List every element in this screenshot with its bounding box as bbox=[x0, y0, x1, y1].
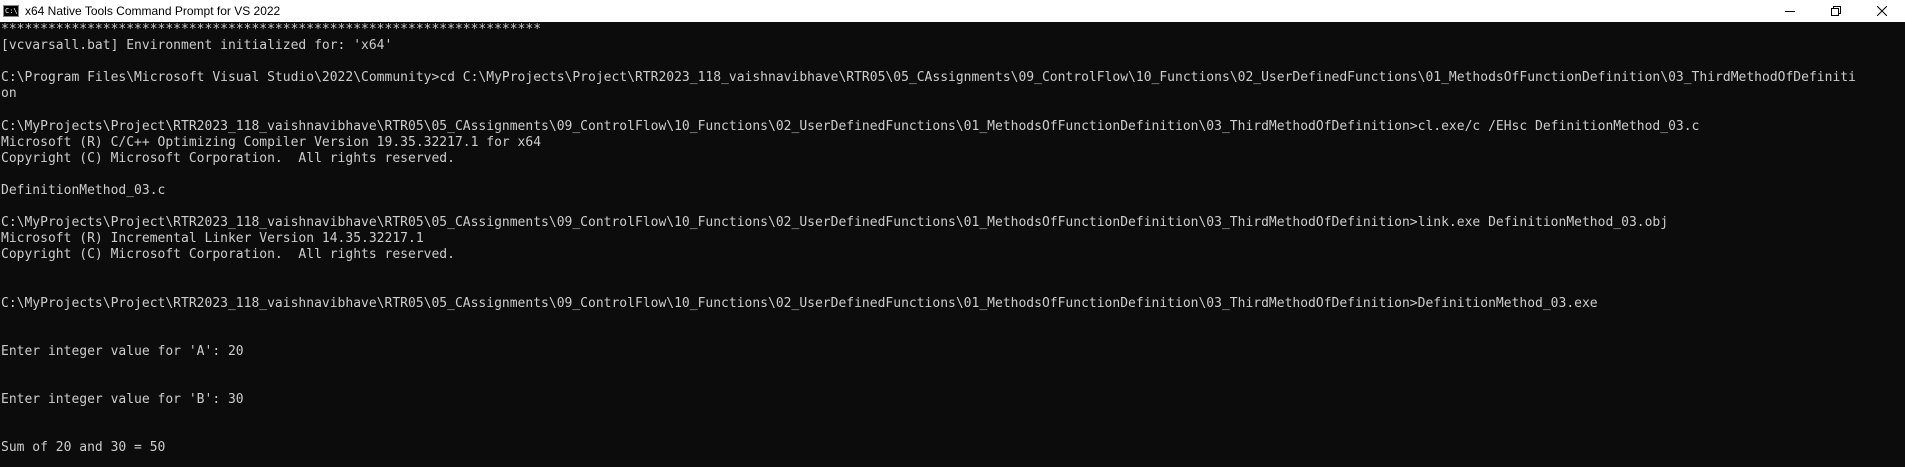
console-line: Sum of 20 and 30 = 50 bbox=[1, 440, 166, 456]
restore-icon bbox=[1831, 6, 1841, 16]
close-icon bbox=[1877, 6, 1887, 16]
minimize-icon bbox=[1785, 11, 1795, 12]
console-line: [vcvarsall.bat] Environment initialized … bbox=[1, 38, 393, 54]
close-button[interactable] bbox=[1859, 0, 1905, 22]
console-line: Enter integer value for 'B': 30 bbox=[1, 392, 244, 408]
title-bar[interactable]: C:\ x64 Native Tools Command Prompt for … bbox=[0, 0, 1905, 22]
console-line: Copyright (C) Microsoft Corporation. All… bbox=[1, 150, 455, 166]
console-line: C:\MyProjects\Project\RTR2023_118_vaishn… bbox=[1, 118, 1700, 134]
console-window: C:\ x64 Native Tools Command Prompt for … bbox=[0, 0, 1905, 467]
cmd-icon[interactable]: C:\ bbox=[3, 5, 19, 17]
window-title: x64 Native Tools Command Prompt for VS 2… bbox=[25, 4, 281, 18]
console-line: Enter integer value for 'A': 20 bbox=[1, 343, 244, 359]
minimize-button[interactable] bbox=[1767, 0, 1813, 22]
console-output[interactable]: ****************************************… bbox=[1, 22, 1896, 467]
cmd-icon-label: C:\ bbox=[5, 7, 18, 15]
console-line: Microsoft (R) Incremental Linker Version… bbox=[1, 231, 424, 247]
restore-button[interactable] bbox=[1813, 0, 1859, 22]
console-line: ****************************************… bbox=[1, 22, 542, 37]
vertical-scrollbar[interactable] bbox=[1898, 22, 1905, 467]
console-line: Microsoft (R) C/C++ Optimizing Compiler … bbox=[1, 134, 542, 150]
console-line: Copyright (C) Microsoft Corporation. All… bbox=[1, 247, 455, 263]
console-line: C:\MyProjects\Project\RTR2023_118_vaishn… bbox=[1, 295, 1598, 311]
console-line: DefinitionMethod_03.c bbox=[1, 182, 166, 198]
console-line: on bbox=[1, 86, 17, 102]
window-controls bbox=[1767, 0, 1905, 22]
console-line: C:\MyProjects\Project\RTR2023_118_vaishn… bbox=[1, 215, 1669, 231]
console-line: C:\Program Files\Microsoft Visual Studio… bbox=[1, 70, 1856, 86]
